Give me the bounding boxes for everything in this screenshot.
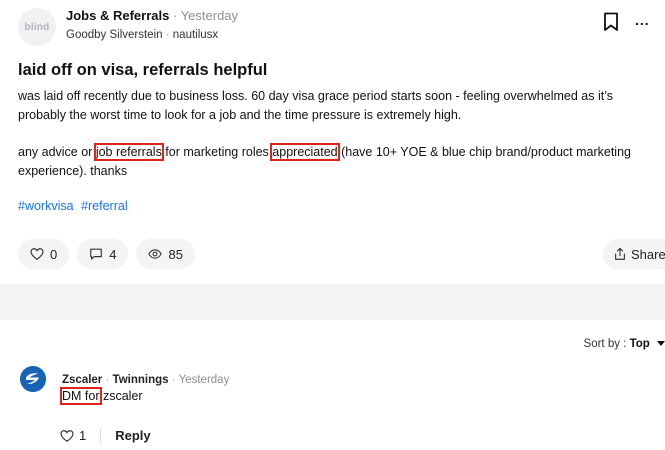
more-icon[interactable]: ...: [635, 12, 650, 28]
share-label: Share: [631, 246, 665, 262]
author-username[interactable]: nautilusx: [173, 29, 218, 41]
post-paragraph-2: any advice or job referrals for marketin…: [18, 143, 658, 181]
like-count: 0: [50, 246, 58, 262]
heart-icon: [60, 429, 74, 442]
share-icon: [615, 247, 625, 260]
post-actions: 0 4 85: [18, 239, 195, 269]
heart-icon: [30, 248, 44, 260]
highlight-job-referrals: job referrals: [93, 143, 164, 161]
sort-value: Top: [629, 338, 650, 350]
highlight-appreciated: appreciated: [270, 143, 340, 161]
zscaler-logo-icon[interactable]: [20, 366, 46, 392]
post-meta-line: Jobs & Referrals · Yesterday: [66, 8, 238, 23]
comment-body: DM for zscaler: [60, 387, 143, 405]
hashtag-link[interactable]: #referral: [81, 199, 128, 213]
sort-caret-icon: [657, 341, 665, 347]
sort-label: Sort by :: [583, 338, 627, 350]
comment-username[interactable]: Twinnings: [113, 374, 169, 386]
sort-control[interactable]: Sort by : Top: [584, 338, 665, 350]
reply-button[interactable]: Reply: [101, 428, 150, 443]
meta-separator: ·: [172, 8, 178, 23]
views-indicator: 85: [136, 239, 195, 269]
comment-count: 4: [109, 246, 117, 262]
comment-actions: 1 Reply: [60, 428, 151, 443]
post-header: blind Jobs & Referrals · Yesterday Goodb…: [18, 6, 665, 46]
like-button[interactable]: 0: [18, 239, 70, 269]
comment-like-count: 1: [79, 428, 87, 443]
comment-company[interactable]: Zscaler: [62, 374, 102, 386]
post-title: laid off on visa, referrals helpful: [18, 61, 268, 79]
comment-button[interactable]: 4: [77, 239, 129, 269]
eye-icon: [148, 249, 163, 259]
view-count: 85: [168, 246, 183, 262]
hashtag-link[interactable]: #workvisa: [18, 199, 74, 213]
highlight-dm-for: DM for: [60, 387, 102, 405]
bookmark-icon[interactable]: [603, 12, 619, 32]
author-company[interactable]: Goodby Silverstein: [66, 29, 163, 41]
comment-time: Yesterday: [178, 374, 230, 386]
channel-avatar[interactable]: blind: [18, 8, 56, 46]
comment-meta: Zscaler · Twinnings · Yesterday: [62, 374, 229, 386]
paragraph-text: for marketing roles: [161, 145, 273, 159]
comment-text: zscaler: [99, 389, 143, 403]
comment-like-button[interactable]: 1: [60, 428, 102, 443]
author-line: Goodby Silverstein · nautilusx: [66, 29, 218, 41]
comment-icon: [90, 248, 103, 260]
section-divider: [0, 284, 665, 320]
meta-separator: ·: [171, 374, 176, 386]
share-button[interactable]: Share: [603, 239, 665, 269]
author-separator: ·: [165, 29, 170, 41]
channel-link[interactable]: Jobs & Referrals: [66, 8, 169, 23]
paragraph-text: any advice or: [18, 145, 96, 159]
hashtags: #workvisa #referral: [18, 199, 132, 213]
meta-separator: ·: [105, 374, 110, 386]
post-time: Yesterday: [180, 8, 239, 23]
post-paragraph-1: was laid off recently due to business lo…: [18, 89, 613, 122]
